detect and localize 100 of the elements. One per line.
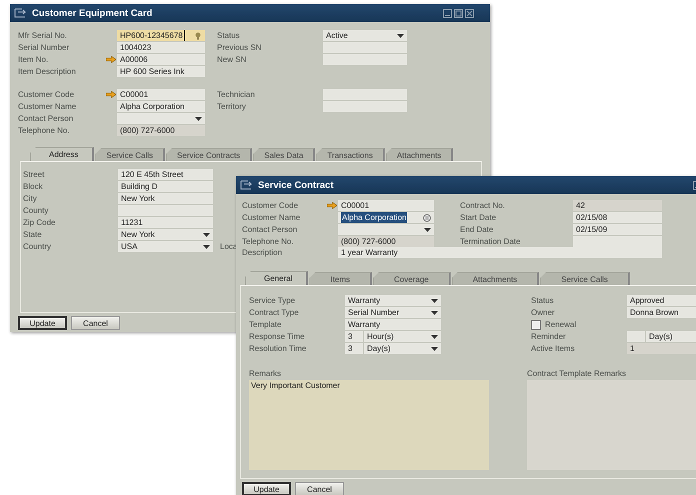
tab[interactable]: Address (30, 147, 94, 161)
window-title: Service Contract (258, 180, 335, 190)
input-field[interactable]: HP600-12345678 (117, 30, 205, 41)
input-field[interactable] (627, 331, 645, 342)
form-button[interactable]: Update (18, 316, 67, 330)
field-label: Active Items (531, 343, 576, 354)
field-label: Telephone No. (18, 125, 71, 136)
dropdown-field[interactable]: Day(s) (364, 343, 441, 354)
input-field[interactable]: Approved (627, 295, 696, 306)
input-field[interactable]: 42 (573, 200, 662, 211)
dropdown-field[interactable]: New York (118, 229, 213, 240)
remarks-label: Remarks (249, 368, 282, 379)
field-label: End Date (460, 224, 494, 235)
renewal-checkbox[interactable] (531, 320, 541, 330)
field-label: Contract No. (460, 200, 506, 211)
field-label: Template (249, 319, 282, 330)
input-field[interactable]: 1 (627, 343, 696, 354)
dropdown-field[interactable] (117, 113, 205, 124)
caret-icon (203, 232, 210, 236)
input-field[interactable] (323, 89, 407, 100)
remarks-field[interactable]: Very Important Customer (249, 380, 489, 470)
tab[interactable]: Service Calls (540, 272, 630, 285)
form-button[interactable]: Cancel (295, 482, 344, 495)
caret-icon (431, 298, 438, 302)
input-field[interactable]: 02/15/08 (573, 212, 662, 223)
field-label: Start Date (460, 212, 498, 223)
input-field[interactable]: HP 600 Series Ink (117, 66, 205, 77)
tab[interactable]: Items (309, 272, 372, 285)
input-field[interactable]: Donna Brown (627, 307, 696, 318)
field-label: Customer Code (242, 200, 300, 211)
tab[interactable]: Coverage (373, 272, 451, 285)
tab[interactable]: Attachments (452, 272, 540, 285)
tab[interactable]: Attachments (386, 148, 454, 161)
field-label: Status (217, 30, 241, 41)
field-label: Technician (217, 89, 256, 100)
field-label: Contact Person (242, 224, 298, 235)
caret-icon (397, 34, 404, 38)
input-field[interactable]: 11231 (118, 217, 213, 228)
input-field[interactable]: 3 (345, 343, 363, 354)
dropdown-field[interactable]: Active (323, 30, 407, 41)
link-arrow-icon[interactable] (327, 202, 337, 209)
input-field[interactable]: (800) 727-6000 (117, 125, 205, 136)
input-field[interactable] (323, 42, 407, 53)
field-label: Contract Type (249, 307, 300, 318)
form-icon (14, 8, 26, 18)
caret-icon (431, 334, 438, 338)
tab[interactable]: Service Calls (95, 148, 166, 161)
tab[interactable]: Service Contracts (166, 148, 252, 161)
field-label: Serial Number (18, 42, 70, 53)
dropdown-field[interactable]: Warranty (345, 295, 441, 306)
dropdown-field[interactable]: Hour(s) (364, 331, 441, 342)
field-label: Customer Name (18, 101, 78, 112)
input-field[interactable]: 120 E 45th Street (118, 169, 213, 180)
caret-icon (424, 228, 431, 232)
input-field[interactable]: New York (118, 193, 213, 204)
field-label: Telephone No. (242, 236, 295, 247)
input-field[interactable]: A00006 (117, 54, 205, 65)
input-field[interactable]: Building D (118, 181, 213, 192)
form-button[interactable]: Cancel (71, 316, 120, 330)
field-label: Reminder (531, 331, 567, 342)
field-label: Contact Person (18, 113, 74, 124)
checkbox-label: Renewal (545, 319, 576, 330)
input-field[interactable]: C00001 (338, 200, 434, 211)
field-label: Item No. (18, 54, 50, 65)
field-label: Termination Date (460, 236, 522, 247)
dropdown-field[interactable]: USA (118, 241, 213, 252)
field-label: Service Type (249, 295, 296, 306)
input-field[interactable]: (800) 727-6000 (338, 236, 434, 247)
form-button[interactable]: Update (242, 482, 291, 495)
input-field[interactable]: Alpha Corporation (117, 101, 205, 112)
tab[interactable]: General (245, 271, 308, 285)
maximize-icon[interactable] (454, 8, 463, 18)
dropdown-field[interactable]: Serial Number (345, 307, 441, 318)
tab[interactable]: Sales Data (253, 148, 316, 161)
input-field[interactable]: 02/15/09 (573, 224, 662, 235)
input-field[interactable]: Warranty (345, 319, 441, 330)
field-label: Zip Code (23, 217, 56, 228)
list-icon[interactable] (423, 214, 431, 222)
link-arrow-icon[interactable] (106, 56, 116, 63)
tab[interactable]: Transactions (316, 148, 385, 161)
input-field[interactable]: 1004023 (117, 42, 205, 53)
input-field[interactable]: Day(s) (646, 331, 696, 342)
field-label: County (23, 205, 50, 216)
field-label: Status (531, 295, 555, 306)
input-field[interactable] (323, 101, 407, 112)
link-arrow-icon[interactable] (106, 91, 116, 98)
close-icon[interactable] (465, 8, 474, 18)
input-field[interactable]: 1 year Warranty (338, 247, 662, 258)
input-field[interactable]: 3 (345, 331, 363, 342)
field-label: Description (242, 247, 284, 258)
input-field[interactable] (118, 205, 213, 216)
input-field[interactable]: C00001 (117, 89, 205, 100)
field-label: Mfr Serial No. (18, 30, 68, 41)
form-icon (240, 180, 252, 190)
window-title: Customer Equipment Card (32, 8, 154, 18)
input-field[interactable] (573, 236, 662, 247)
input-field[interactable]: Alpha Corporation (338, 212, 434, 223)
minimize-icon[interactable] (443, 8, 452, 18)
dropdown-field[interactable] (338, 224, 434, 235)
input-field[interactable] (323, 54, 407, 65)
